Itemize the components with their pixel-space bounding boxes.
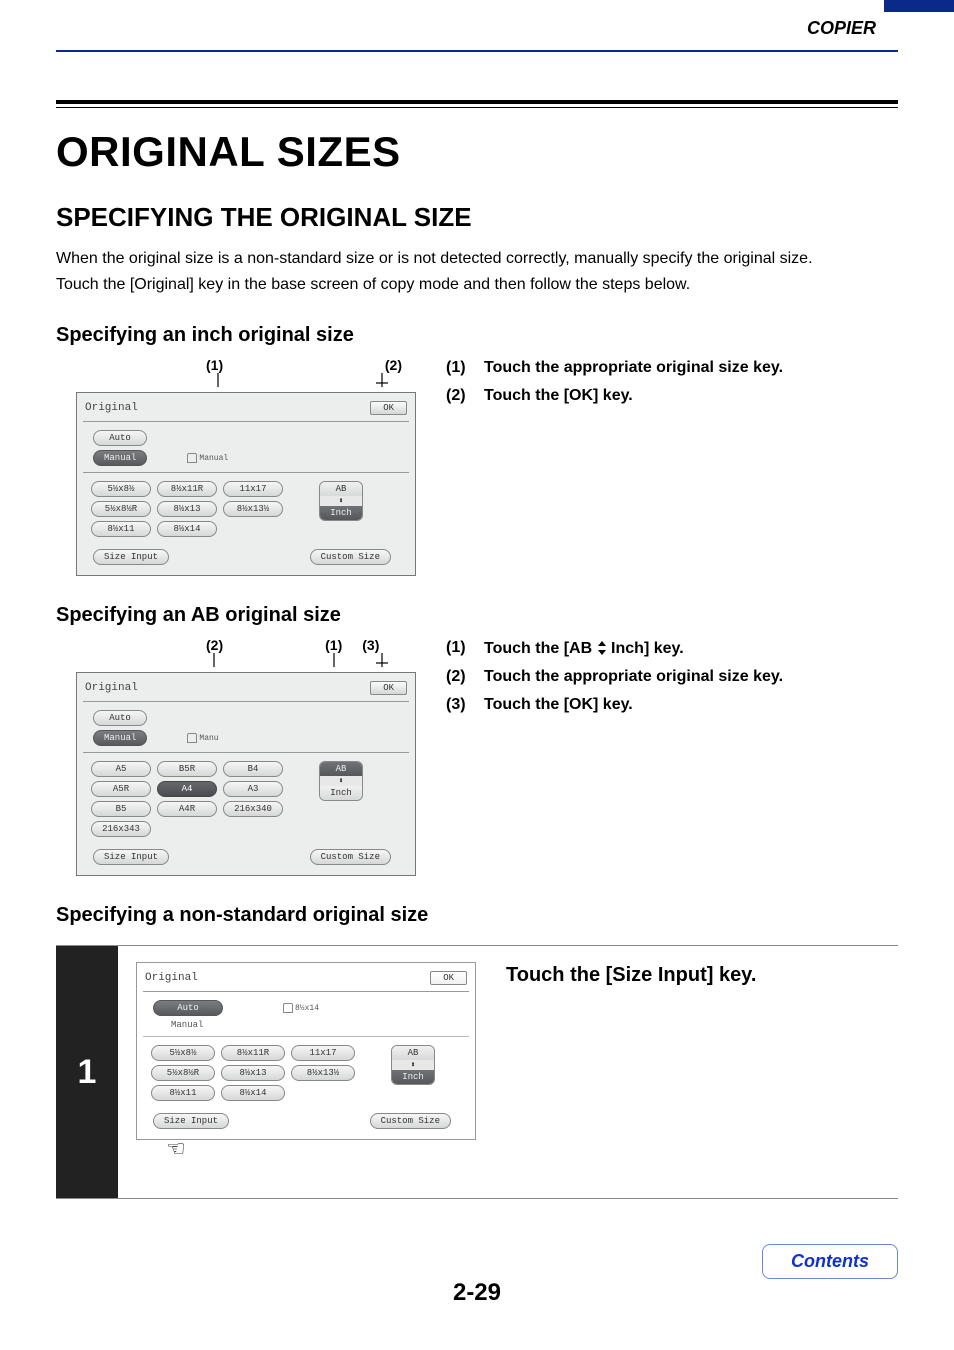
callout-1: (1) bbox=[206, 357, 223, 373]
inch-half: Inch bbox=[320, 506, 362, 520]
custom-size-button-2[interactable]: Custom Size bbox=[310, 849, 391, 865]
size-option[interactable]: 8½x13 bbox=[221, 1065, 285, 1081]
callout-3b: (3) bbox=[362, 637, 379, 653]
size-option[interactable]: A5 bbox=[91, 761, 151, 777]
ok-button-2[interactable]: OK bbox=[370, 681, 407, 695]
section-header: COPIER bbox=[807, 18, 876, 39]
subhead-ab: Specifying an AB original size bbox=[56, 604, 898, 627]
panel-title-2: Original bbox=[85, 682, 138, 694]
manual-tab[interactable]: Manual bbox=[187, 453, 228, 463]
auto-button-3[interactable]: Auto bbox=[153, 1000, 223, 1016]
size-tab[interactable]: 8½x14 bbox=[283, 1003, 319, 1013]
size-option[interactable]: A5R bbox=[91, 781, 151, 797]
step-num: (2) bbox=[446, 668, 474, 686]
step2-num-1: (1) bbox=[446, 639, 474, 658]
contents-button[interactable]: Contents bbox=[762, 1244, 898, 1279]
intro-1: When the original size is a non-standard… bbox=[56, 247, 898, 270]
ab-half: AB bbox=[320, 482, 362, 496]
updown-icon-3: ⬍ bbox=[392, 1060, 434, 1070]
updown-icon: ⬍ bbox=[320, 496, 362, 506]
manual-button-2[interactable]: Manual bbox=[93, 730, 147, 746]
manu-tab[interactable]: Manu bbox=[187, 733, 218, 743]
size-option[interactable]: 216x340 bbox=[223, 801, 283, 817]
size-option[interactable]: 216x343 bbox=[91, 821, 151, 837]
callout-2b: (2) bbox=[206, 637, 223, 653]
ab-panel: Original OK Auto Manual Manu A5 B5R B4 A5R A… bbox=[76, 672, 416, 876]
manual-button[interactable]: Manual bbox=[93, 450, 147, 466]
size-option[interactable]: 8½x11R bbox=[221, 1045, 285, 1061]
step-text: Touch the [OK] key. bbox=[484, 387, 633, 405]
size-option[interactable]: 8½x14 bbox=[221, 1085, 285, 1101]
updown-inline-icon bbox=[597, 641, 607, 660]
inch-half-3: Inch bbox=[392, 1070, 434, 1084]
size-option[interactable]: A4R bbox=[157, 801, 217, 817]
page-number: 2-29 bbox=[56, 1279, 898, 1307]
size-option[interactable]: B4 bbox=[223, 761, 283, 777]
size-option[interactable]: 8½x13½ bbox=[223, 501, 283, 517]
panel-title: Original bbox=[85, 402, 138, 414]
title-rule-thin bbox=[56, 107, 898, 108]
step2-text-1: Touch the [AB Inch] key. bbox=[484, 639, 684, 658]
custom-size-button[interactable]: Custom Size bbox=[310, 549, 391, 565]
ok-button[interactable]: OK bbox=[370, 401, 407, 415]
size-option[interactable]: 8½x11 bbox=[151, 1085, 215, 1101]
size-option[interactable]: 5½x8½ bbox=[91, 481, 151, 497]
auto-button[interactable]: Auto bbox=[93, 430, 147, 446]
ab-half-2: AB bbox=[320, 762, 362, 776]
updown-icon-2: ⬍ bbox=[320, 776, 362, 786]
inch-panel: Original OK Auto Manual Manual 5½x8½ 8½x1… bbox=[76, 392, 416, 576]
size-option[interactable]: A4 bbox=[157, 781, 217, 797]
subhead-inch: Specifying an inch original size bbox=[56, 324, 898, 347]
top-rule bbox=[56, 50, 898, 52]
ok-button-3[interactable]: OK bbox=[430, 971, 467, 985]
inch-half-2: Inch bbox=[320, 786, 362, 800]
auto-button-2[interactable]: Auto bbox=[93, 710, 147, 726]
step-num: (2) bbox=[446, 387, 474, 405]
size-option[interactable]: B5 bbox=[91, 801, 151, 817]
step-big-text: Touch the [Size Input] key. bbox=[506, 964, 898, 987]
step-num: (1) bbox=[446, 359, 474, 377]
size-option[interactable]: 5½x8½R bbox=[151, 1065, 215, 1081]
ab-inch-toggle-3[interactable]: AB ⬍ Inch bbox=[391, 1045, 435, 1085]
size-option[interactable]: B5R bbox=[157, 761, 217, 777]
page-title: ORIGINAL SIZES bbox=[56, 128, 898, 176]
ab-half-3: AB bbox=[392, 1046, 434, 1060]
subhead-nonstandard: Specifying a non-standard original size bbox=[56, 904, 898, 927]
step-text: Touch the appropriate original size key. bbox=[484, 668, 783, 686]
callout-lines bbox=[76, 373, 416, 387]
step-text: Touch the appropriate original size key. bbox=[484, 359, 783, 377]
size-option[interactable]: 11x17 bbox=[223, 481, 283, 497]
step-text: Touch the [OK] key. bbox=[484, 696, 633, 714]
size-option[interactable]: 5½x8½ bbox=[151, 1045, 215, 1061]
size-input-button-3[interactable]: Size Input bbox=[153, 1113, 229, 1129]
step-number: 1 bbox=[56, 946, 118, 1198]
size-option[interactable]: A3 bbox=[223, 781, 283, 797]
callout-lines-2 bbox=[76, 653, 416, 667]
ab-inch-toggle[interactable]: AB ⬍ Inch bbox=[319, 481, 363, 521]
title-rule-thick bbox=[56, 100, 898, 104]
section-title: SPECIFYING THE ORIGINAL SIZE bbox=[56, 202, 898, 233]
callout-1b: (1) bbox=[325, 637, 342, 653]
step-1-box: 1 Original OK Auto 8½x14 Manual bbox=[56, 945, 898, 1199]
size-input-button[interactable]: Size Input bbox=[93, 549, 169, 565]
size-option[interactable]: 8½x13½ bbox=[291, 1065, 355, 1081]
custom-size-button-3[interactable]: Custom Size bbox=[370, 1113, 451, 1129]
corner-blue-block bbox=[884, 0, 954, 12]
step-num: (3) bbox=[446, 696, 474, 714]
size-option[interactable]: 11x17 bbox=[291, 1045, 355, 1061]
intro-2: Touch the [Original] key in the base scr… bbox=[56, 273, 898, 296]
size-option[interactable]: 8½x11 bbox=[91, 521, 151, 537]
size-input-button-2[interactable]: Size Input bbox=[93, 849, 169, 865]
size-option[interactable]: 5½x8½R bbox=[91, 501, 151, 517]
size-option[interactable]: 8½x13 bbox=[157, 501, 217, 517]
ab-inch-toggle-2[interactable]: AB ⬍ Inch bbox=[319, 761, 363, 801]
hand-pointer-icon: ☜ bbox=[166, 1136, 186, 1162]
size-option[interactable]: 8½x11R bbox=[157, 481, 217, 497]
nonstandard-panel: Original OK Auto 8½x14 Manual 5½x8½ 8½x11… bbox=[136, 962, 476, 1140]
callout-2: (2) bbox=[385, 357, 402, 373]
manual-label-3: Manual bbox=[153, 1020, 203, 1030]
panel-title-3: Original bbox=[145, 972, 198, 984]
size-option[interactable]: 8½x14 bbox=[157, 521, 217, 537]
